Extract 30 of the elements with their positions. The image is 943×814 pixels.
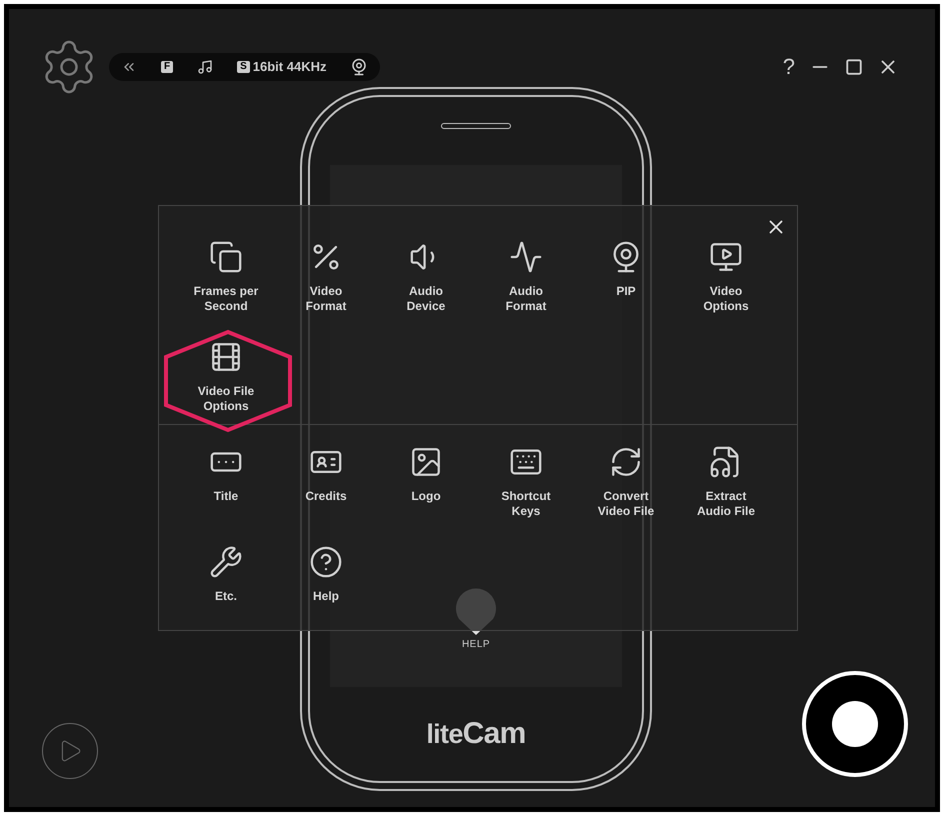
menu-item[interactable]: Convert Video File [576, 443, 676, 519]
litecam-logo: liteCam [426, 716, 526, 752]
menu-item[interactable]: Title [176, 443, 276, 504]
menu-item[interactable]: Video Format [276, 238, 376, 314]
menu-item[interactable]: Frames per Second [176, 238, 276, 314]
menu-item[interactable]: Video Options [676, 238, 776, 314]
frames-icon [209, 240, 243, 274]
menu-item[interactable]: Help [276, 543, 376, 604]
menu-item[interactable]: Credits [276, 443, 376, 504]
menu-item[interactable]: Extract Audio File [676, 443, 776, 519]
image-card-icon [409, 445, 443, 479]
menu-item[interactable]: Audio Format [476, 238, 576, 314]
help-icon [309, 545, 343, 579]
help-button[interactable]: ? [782, 55, 795, 79]
maximize-icon[interactable] [845, 58, 863, 76]
play-icon[interactable] [42, 723, 98, 779]
music-note-icon[interactable] [197, 59, 214, 75]
audio-badge[interactable]: S [237, 61, 250, 73]
waveform-icon [509, 240, 543, 274]
menu-item[interactable]: Shortcut Keys [476, 443, 576, 519]
menu-item[interactable]: Audio Device [376, 238, 476, 314]
menu-item[interactable]: Logo [376, 443, 476, 504]
menu-item[interactable]: PIP [576, 238, 676, 299]
audio-format-label[interactable]: 16bit 44KHz [252, 57, 326, 77]
speaker-slot [441, 123, 511, 129]
help-label[interactable]: HELP [462, 637, 490, 652]
menu-item[interactable]: Etc. [176, 543, 276, 604]
webcam-icon[interactable] [350, 58, 368, 76]
display-badge[interactable]: F [161, 61, 174, 73]
wrench-icon [209, 545, 243, 579]
